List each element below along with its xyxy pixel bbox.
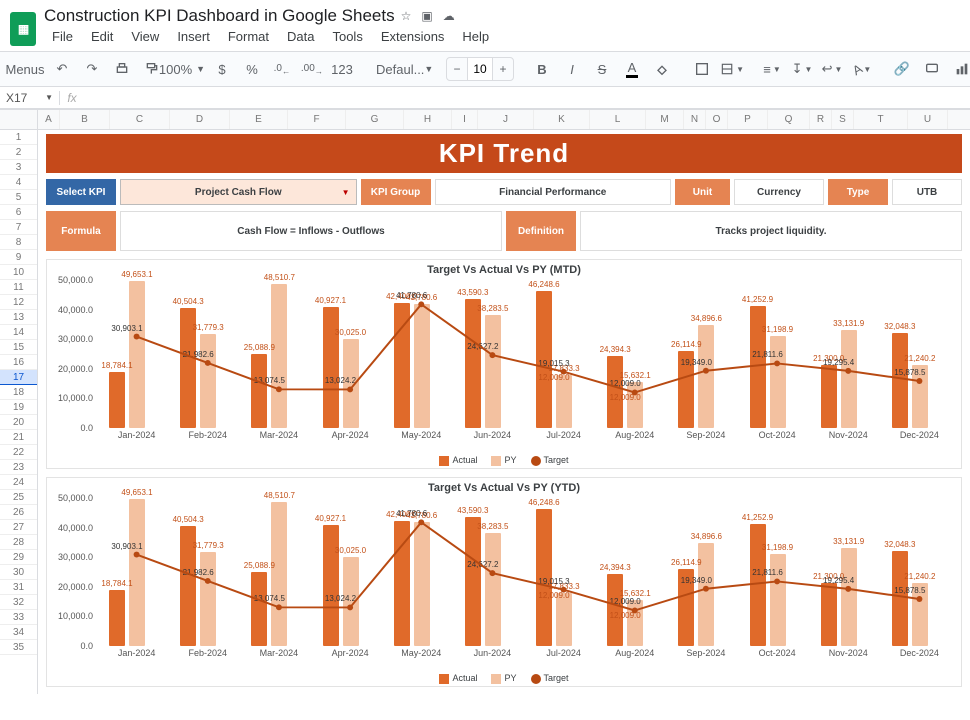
rotate-button[interactable]: A▼ xyxy=(850,56,874,82)
chart-ytd[interactable]: Target Vs Actual Vs PY (YTD)0.010,000.02… xyxy=(46,477,962,687)
fx-icon: fx xyxy=(60,91,84,105)
strike-button[interactable]: S xyxy=(590,56,614,82)
paint-icon xyxy=(144,61,160,77)
percent-button[interactable]: % xyxy=(240,56,264,82)
insert-chart-button[interactable] xyxy=(950,56,970,82)
wrap-button[interactable]: ↩▼ xyxy=(820,56,844,82)
font-size-input[interactable] xyxy=(467,58,493,80)
zoom-select[interactable]: 100% ▼ xyxy=(170,56,194,82)
doc-title[interactable]: Construction KPI Dashboard in Google She… xyxy=(44,6,395,26)
kpi-group-label: KPI Group xyxy=(361,179,431,205)
redo-button[interactable]: ↷ xyxy=(80,56,104,82)
formula-label: Formula xyxy=(46,211,116,251)
menu-extensions[interactable]: Extensions xyxy=(373,26,453,47)
chart-legend: ActualPYTarget xyxy=(47,673,961,684)
dashboard: KPI Trend Select KPI Project Cash Flow K… xyxy=(46,134,962,687)
bold-button[interactable]: B xyxy=(530,56,554,82)
chart-legend: ActualPYTarget xyxy=(47,455,961,466)
chevron-down-icon: ▼ xyxy=(424,64,433,74)
definition-label: Definition xyxy=(506,211,576,251)
borders-icon xyxy=(694,61,710,77)
font-size-stepper[interactable]: − + xyxy=(446,57,514,81)
chevron-down-icon: ▼ xyxy=(834,65,842,74)
merge-icon xyxy=(720,61,734,77)
decrease-decimal-button[interactable]: .0← xyxy=(270,56,294,82)
increase-font-button[interactable]: + xyxy=(493,62,513,76)
unit-value: Currency xyxy=(734,179,824,205)
menu-tools[interactable]: Tools xyxy=(324,26,370,47)
menu-edit[interactable]: Edit xyxy=(83,26,121,47)
chart-mtd[interactable]: Target Vs Actual Vs PY (MTD)0.010,000.02… xyxy=(46,259,962,469)
currency-button[interactable]: $ xyxy=(210,56,234,82)
menu-data[interactable]: Data xyxy=(279,26,322,47)
star-icon[interactable]: ☆ xyxy=(401,9,412,23)
menus-label: Menus xyxy=(5,62,44,77)
definition-value: Tracks project liquidity. xyxy=(580,211,962,251)
chevron-down-icon: ▼ xyxy=(773,65,781,74)
fill-color-button[interactable] xyxy=(650,56,674,82)
chevron-down-icon: ▼ xyxy=(45,93,53,102)
text-color-button[interactable]: A xyxy=(620,56,644,82)
chart-title: Target Vs Actual Vs PY (MTD) xyxy=(47,264,961,276)
sheets-logo[interactable]: ▦ xyxy=(10,12,36,46)
cloud-icon[interactable]: ☁ xyxy=(443,9,455,23)
menu-help[interactable]: Help xyxy=(454,26,497,47)
chevron-down-icon: ▼ xyxy=(736,65,744,74)
column-headers[interactable]: ABCDEFGHIJKLMNOPQRSTU xyxy=(38,110,970,130)
halign-button[interactable]: ≡▼ xyxy=(760,56,784,82)
decrease-font-button[interactable]: − xyxy=(447,62,467,76)
valign-button[interactable]: ↧▼ xyxy=(790,56,814,82)
menubar: FileEditViewInsertFormatDataToolsExtensi… xyxy=(44,26,497,51)
row-headers[interactable]: 1234567891011121314151617181920212223242… xyxy=(0,110,38,694)
link-button[interactable]: 🔗 xyxy=(890,56,914,82)
borders-button[interactable] xyxy=(690,56,714,82)
menu-format[interactable]: Format xyxy=(220,26,277,47)
dashboard-title: KPI Trend xyxy=(46,134,962,173)
type-label: Type xyxy=(828,179,888,205)
menu-view[interactable]: View xyxy=(123,26,167,47)
kpi-dropdown[interactable]: Project Cash Flow xyxy=(120,179,357,205)
unit-label: Unit xyxy=(675,179,730,205)
name-box[interactable]: X17▼ xyxy=(0,91,60,105)
undo-button[interactable]: ↶ xyxy=(50,56,74,82)
chevron-down-icon: ▼ xyxy=(804,65,812,74)
kpi-group-value: Financial Performance xyxy=(435,179,672,205)
print-icon xyxy=(114,61,130,77)
fill-icon xyxy=(654,61,670,77)
chart-icon xyxy=(954,61,970,77)
menu-insert[interactable]: Insert xyxy=(169,26,218,47)
merge-button[interactable]: ▼ xyxy=(720,56,744,82)
select-kpi-label: Select KPI xyxy=(46,179,116,205)
menu-file[interactable]: File xyxy=(44,26,81,47)
comment-button[interactable] xyxy=(920,56,944,82)
formula-value: Cash Flow = Inflows - Outflows xyxy=(120,211,502,251)
number-format-button[interactable]: 123 xyxy=(330,56,354,82)
type-value: UTB xyxy=(892,179,962,205)
increase-decimal-button[interactable]: .00→ xyxy=(300,56,324,82)
comment-icon xyxy=(924,61,940,77)
search-menus[interactable]: Menus xyxy=(10,56,34,82)
font-select[interactable]: Defaul... ▼ xyxy=(370,56,430,82)
toolbar: Menus ↶ ↷ 100% ▼ $ % .0← .00→ 123 Defaul… xyxy=(0,51,970,87)
chart-title: Target Vs Actual Vs PY (YTD) xyxy=(47,482,961,494)
move-icon[interactable]: ▣ xyxy=(421,9,432,23)
print-button[interactable] xyxy=(110,56,134,82)
chevron-down-icon: ▼ xyxy=(196,64,205,74)
italic-button[interactable]: I xyxy=(560,56,584,82)
